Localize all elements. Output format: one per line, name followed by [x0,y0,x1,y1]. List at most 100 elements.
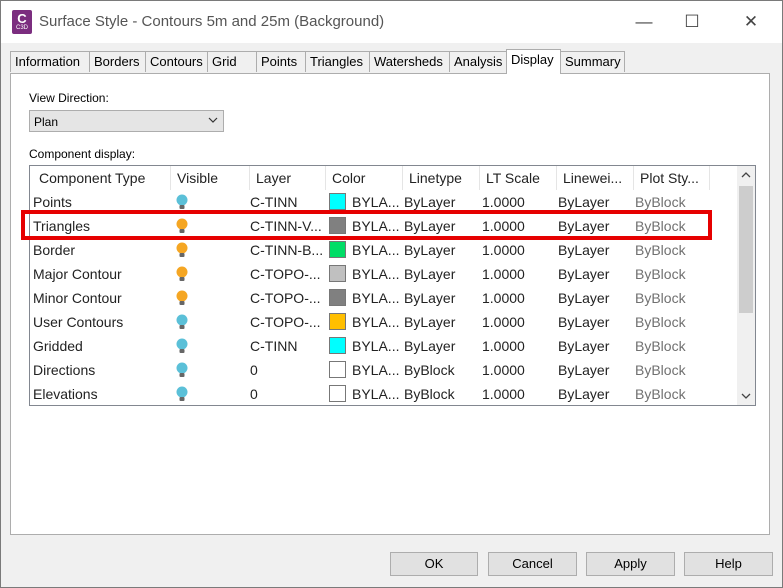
col-header-lineweight[interactable]: Linewei... [557,166,634,190]
cell-lineweight[interactable]: ByLayer [558,262,633,286]
grid-scrollbar[interactable] [737,166,755,405]
cell-color[interactable]: BYLA... [352,334,402,358]
display-tab-panel: View Direction: Plan Component display: … [10,73,770,535]
table-row[interactable]: Major Contour C-TOPO-... BYLA... ByLayer 1.0… [30,262,734,286]
ok-button[interactable]: OK [390,552,478,576]
color-swatch[interactable] [329,289,346,306]
cell-lineweight[interactable]: ByLayer [558,286,633,310]
cell-lineweight[interactable]: ByLayer [558,238,633,262]
minimize-icon[interactable]: — [631,9,657,35]
apply-button[interactable]: Apply [586,552,675,576]
cell-lt-scale[interactable]: 1.0000 [482,310,556,334]
table-row[interactable]: Gridded C-TINN BYLA... ByLayer 1.0000 ByLayer… [30,334,734,358]
cell-component-type: Major Contour [33,266,122,282]
tab-summary[interactable]: Summary [560,51,625,72]
cell-lt-scale[interactable]: 1.0000 [482,286,556,310]
cell-lt-scale[interactable]: 1.0000 [482,382,556,405]
component-display-grid: Component Type Visible Layer Color Linet… [29,165,756,406]
tab-contours[interactable]: Contours [145,51,208,72]
cell-linetype[interactable]: ByLayer [404,286,479,310]
tab-triangles[interactable]: Triangles [305,51,370,72]
cell-lineweight[interactable]: ByLayer [558,382,633,405]
color-swatch[interactable] [329,313,346,330]
table-row[interactable]: Minor Contour C-TOPO-... BYLA... ByLayer 1.0… [30,286,734,310]
color-swatch[interactable] [329,385,346,402]
tab-watersheds[interactable]: Watersheds [369,51,450,72]
maximize-icon[interactable]: ☐ [679,9,705,35]
cell-layer[interactable]: C-TINN [250,334,324,358]
color-swatch[interactable] [329,361,346,378]
color-swatch[interactable] [329,337,346,354]
table-row[interactable]: Elevations 0 BYLA... ByBlock 1.0000 ByLayer By… [30,382,734,405]
scrollbar-thumb[interactable] [739,186,753,313]
cell-component-type: Directions [33,362,96,378]
cell-layer[interactable]: C-TOPO-... [250,262,324,286]
color-swatch[interactable] [329,193,346,210]
bulb-glass [176,314,188,326]
col-header-plot-style[interactable]: Plot Sty... [634,166,710,190]
cell-lineweight[interactable]: ByLayer [558,358,633,382]
lightbulb-icon[interactable] [176,314,188,330]
lightbulb-icon[interactable] [176,338,188,354]
cell-lt-scale[interactable]: 1.0000 [482,334,556,358]
cell-color[interactable]: BYLA... [352,286,402,310]
cell-layer[interactable]: C-TOPO-... [250,310,324,334]
col-header-lt-scale[interactable]: LT Scale [480,166,557,190]
color-swatch[interactable] [329,241,346,258]
lightbulb-icon[interactable] [176,194,188,210]
color-swatch[interactable] [329,265,346,282]
app-icon-letter: C [17,11,27,26]
close-icon[interactable]: ✕ [738,9,764,35]
cell-layer[interactable]: 0 [250,382,324,405]
view-direction-value: Plan [34,115,59,129]
cell-lineweight[interactable]: ByLayer [558,310,633,334]
lightbulb-icon[interactable] [176,266,188,282]
cell-linetype[interactable]: ByBlock [404,358,479,382]
cell-layer[interactable]: C-TINN-B... [250,238,324,262]
cell-linetype[interactable]: ByLayer [404,334,479,358]
col-header-color[interactable]: Color [326,166,403,190]
table-row[interactable]: Directions 0 BYLA... ByBlock 1.0000 ByLayer By… [30,358,734,382]
cell-lineweight[interactable]: ByLayer [558,334,633,358]
tab-grid[interactable]: Grid [207,51,257,72]
cell-lt-scale[interactable]: 1.0000 [482,262,556,286]
cell-color[interactable]: BYLA... [352,358,402,382]
cell-color[interactable]: BYLA... [352,382,402,405]
lightbulb-icon[interactable] [176,290,188,306]
lightbulb-icon[interactable] [176,362,188,378]
help-button[interactable]: Help [684,552,773,576]
title-bar[interactable]: C C3D Surface Style - Contours 5m and 25… [1,1,782,43]
cancel-button[interactable]: Cancel [488,552,577,576]
grid-header: Component Type Visible Layer Color Linet… [30,166,734,190]
cell-linetype[interactable]: ByLayer [404,310,479,334]
cell-linetype[interactable]: ByBlock [404,382,479,405]
col-header-layer[interactable]: Layer [250,166,326,190]
cell-color[interactable]: BYLA... [352,238,402,262]
table-row[interactable]: Border C-TINN-B... BYLA... ByLayer 1.0000 ByL… [30,238,734,262]
cell-layer[interactable]: C-TOPO-... [250,286,324,310]
tab-information[interactable]: Information [10,51,90,72]
col-header-visible[interactable]: Visible [171,166,250,190]
bulb-glass [176,362,188,374]
cell-lt-scale[interactable]: 1.0000 [482,238,556,262]
cell-color[interactable]: BYLA... [352,310,402,334]
lightbulb-icon[interactable] [176,386,188,402]
col-header-linetype[interactable]: Linetype [403,166,480,190]
table-row[interactable]: User Contours C-TOPO-... BYLA... ByLayer 1.0… [30,310,734,334]
cell-color[interactable]: BYLA... [352,262,402,286]
tab-points[interactable]: Points [256,51,306,72]
cell-layer[interactable]: 0 [250,358,324,382]
col-header-component-type[interactable]: Component Type [30,166,171,190]
tab-analysis[interactable]: Analysis [449,51,507,72]
cell-component-type: Border [33,242,76,258]
scroll-up-icon[interactable] [737,166,755,184]
surface-style-dialog: C C3D Surface Style - Contours 5m and 25… [0,0,783,588]
view-direction-dropdown[interactable]: Plan [29,110,224,132]
tab-display[interactable]: Display [506,49,561,74]
tab-borders[interactable]: Borders [89,51,146,72]
scroll-down-icon[interactable] [737,387,755,405]
cell-lt-scale[interactable]: 1.0000 [482,358,556,382]
cell-linetype[interactable]: ByLayer [404,238,479,262]
lightbulb-icon[interactable] [176,242,188,258]
cell-linetype[interactable]: ByLayer [404,262,479,286]
